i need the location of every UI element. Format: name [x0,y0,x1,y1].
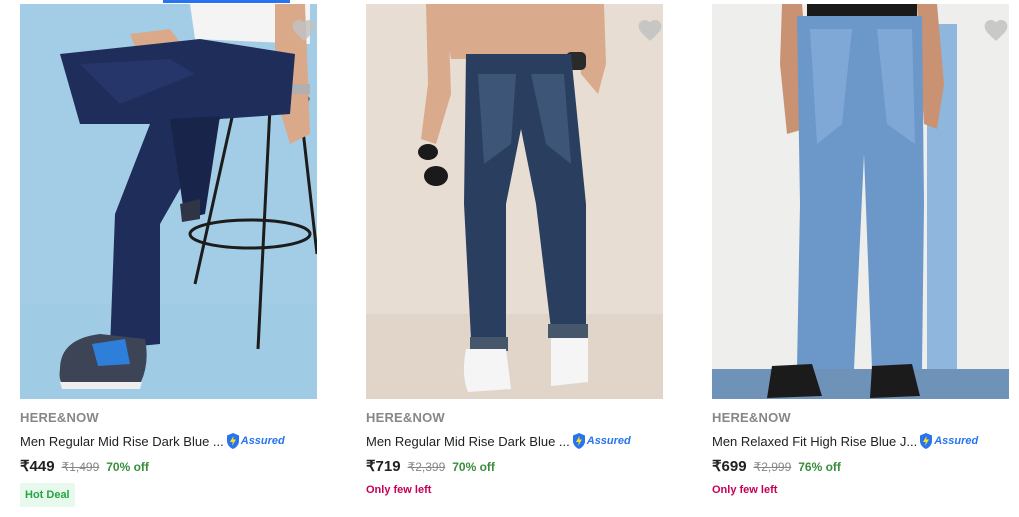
original-price: ₹2,399 [407,460,446,474]
discount-percent: 76% off [798,460,841,474]
assured-badge-icon [226,433,239,449]
assured-badge: Assured [226,433,285,449]
price-row: ₹699 ₹2,999 76% off [712,457,841,475]
product-image[interactable] [712,4,1009,399]
price-row: ₹449 ₹1,499 70% off [20,457,149,475]
discount-percent: 70% off [106,460,149,474]
product-title[interactable]: Men Relaxed Fit High Rise Blue J... [712,434,917,449]
wishlist-heart-icon[interactable] [983,18,1009,42]
product-card[interactable]: HERE&NOW Men Regular Mid Rise Dark Blue … [366,4,663,517]
selling-price: ₹719 [366,458,401,475]
wishlist-heart-icon[interactable] [637,18,663,42]
assured-badge-icon [920,433,933,449]
product-title-row[interactable]: Men Regular Mid Rise Dark Blue ... Assur… [20,432,285,450]
original-price: ₹2,999 [753,460,792,474]
stock-note: Only few left [712,484,778,496]
product-brand: HERE&NOW [366,410,445,425]
selling-price: ₹699 [712,458,747,475]
product-title[interactable]: Men Regular Mid Rise Dark Blue ... [20,434,224,449]
assured-label: Assured [934,435,979,447]
active-tab-indicator [163,0,290,3]
assured-label: Assured [586,435,631,447]
assured-badge: Assured [919,433,978,449]
product-title-row[interactable]: Men Regular Mid Rise Dark Blue ... Assur… [366,432,631,450]
discount-percent: 70% off [452,460,495,474]
wishlist-heart-icon[interactable] [291,18,317,42]
product-title[interactable]: Men Regular Mid Rise Dark Blue ... [366,434,570,449]
assured-badge: Assured [572,433,631,449]
hot-deal-badge: Hot Deal [20,483,75,507]
price-row: ₹719 ₹2,399 70% off [366,457,495,475]
product-card[interactable]: HERE&NOW Men Regular Mid Rise Dark Blue … [20,4,317,517]
product-card[interactable]: HERE&NOW Men Relaxed Fit High Rise Blue … [712,4,1009,517]
assured-label: Assured [240,435,285,447]
product-brand: HERE&NOW [20,410,99,425]
stock-note: Only few left [366,484,432,496]
product-title-row[interactable]: Men Relaxed Fit High Rise Blue J... Assu… [712,432,978,450]
assured-badge-icon [572,433,585,449]
product-image[interactable] [20,4,317,399]
selling-price: ₹449 [20,458,55,475]
original-price: ₹1,499 [61,460,100,474]
product-image[interactable] [366,4,663,399]
product-brand: HERE&NOW [712,410,791,425]
